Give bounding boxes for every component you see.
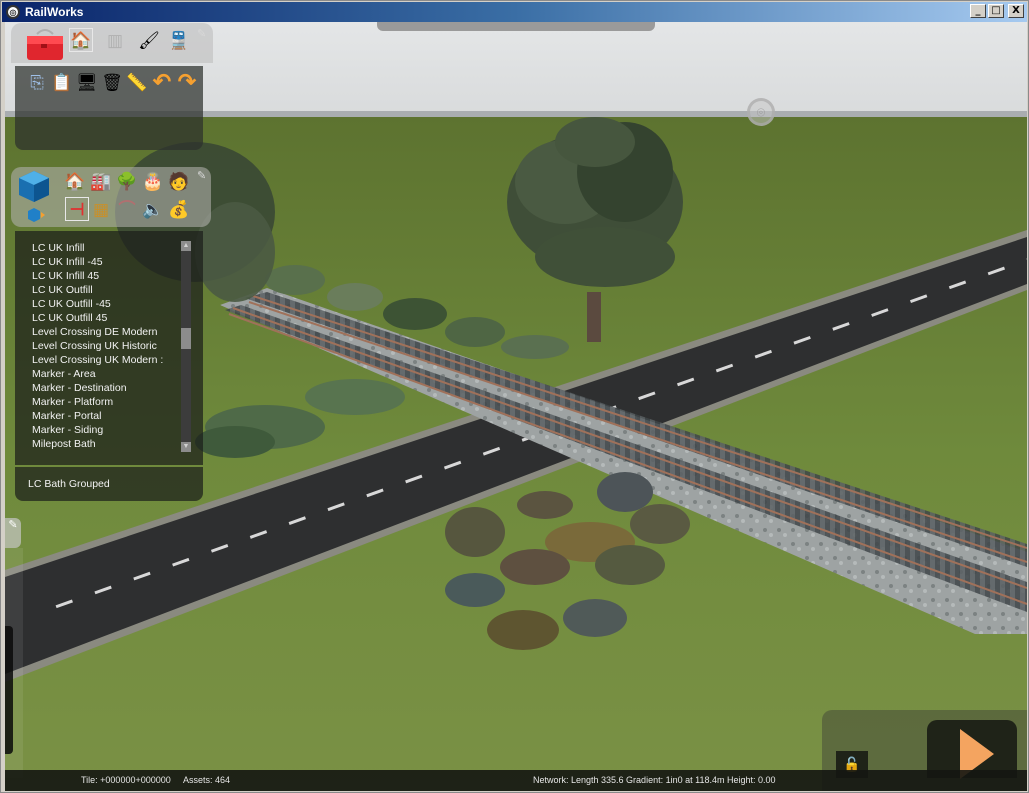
- top-dropdown-tab[interactable]: [377, 22, 655, 31]
- delete-button[interactable]: 🗑: [100, 70, 124, 94]
- app-window: ◎ RailWorks _ □ X ⌾ 🏠 ▥ 🖌 🚆 ✎ ⎘ 📋 🖥 🗑 📏 …: [0, 0, 1029, 793]
- list-item[interactable]: Marker - Destination: [32, 381, 127, 395]
- category-signals[interactable]: ⊣: [65, 197, 89, 221]
- monitor-button[interactable]: 🖥: [75, 70, 99, 94]
- list-item[interactable]: LC UK Outfill 45: [32, 311, 107, 325]
- window-title: RailWorks: [25, 5, 84, 19]
- scroll-down-button[interactable]: ▼: [181, 442, 191, 452]
- pin-icon[interactable]: ✎: [197, 169, 211, 183]
- tab-train[interactable]: 🚆: [167, 28, 191, 52]
- collapsed-panel-pin-icon[interactable]: ✎: [5, 518, 21, 548]
- undo-icon: ↶: [152, 69, 172, 94]
- compass-icon[interactable]: ⌾: [747, 98, 775, 126]
- objects-tabstrip: 🏠 🏭 🌳 🎂 🧑 ✎ ⊣ ▦ ⌒ 🔈 💰: [11, 167, 211, 227]
- network-readout: Network: Length 335.6 Gradient: 1in0 at …: [533, 775, 776, 785]
- list-item[interactable]: LC UK Infill -45: [32, 255, 103, 269]
- category-industry[interactable]: 🏭: [89, 169, 113, 193]
- asset-count: Assets: 464: [183, 775, 231, 785]
- trash-icon: 🗑: [101, 72, 123, 92]
- tab-home[interactable]: 🏠: [69, 28, 93, 52]
- category-sounds[interactable]: 🔈: [141, 197, 165, 221]
- tile-readout: Tile: +000000+000000: [81, 775, 171, 785]
- home-icon: 🏠: [70, 30, 92, 50]
- person-icon: 🧑: [168, 171, 190, 191]
- list-item[interactable]: Marker - Portal: [32, 409, 101, 423]
- list-item[interactable]: Level Crossing UK Modern :: [32, 353, 163, 367]
- category-people[interactable]: 🧑: [167, 169, 191, 193]
- pin-icon[interactable]: ✎: [197, 27, 211, 41]
- house-icon: 🏠: [64, 171, 86, 191]
- toolbox-icon[interactable]: [23, 26, 67, 62]
- minimize-button[interactable]: _: [970, 4, 986, 18]
- object-list[interactable]: LC UK Infill LC UK Infill -45 LC UK Infill…: [15, 231, 203, 465]
- list-item[interactable]: Marker - Platform: [32, 395, 113, 409]
- 3d-viewport[interactable]: ⌾ 🏠 ▥ 🖌 🚆 ✎ ⎘ 📋 🖥 🗑 📏 ↶ ↷ 🏠 🏭 🌳 🎂 🧑 ✎ ⊣ …: [5, 22, 1027, 791]
- selected-object-name: LC Bath Grouped: [28, 478, 110, 490]
- object-sub-cube-icon[interactable]: [27, 207, 45, 223]
- list-item[interactable]: Level Crossing UK Historic: [32, 339, 157, 353]
- train-icon: 🚆: [168, 30, 190, 50]
- tools-tabstrip: 🏠 ▥ 🖌 🚆 ✎: [11, 23, 213, 63]
- list-item[interactable]: LC UK Infill 45: [32, 269, 99, 283]
- collapsed-panel-tab[interactable]: [5, 626, 13, 754]
- texture-icon: 🎂: [142, 171, 164, 191]
- scroll-up-button[interactable]: ▲: [181, 241, 191, 251]
- track-icon: ▥: [106, 30, 124, 50]
- platform-icon: ▦: [92, 199, 110, 219]
- list-item[interactable]: Marker - Siding: [32, 423, 103, 437]
- tab-track[interactable]: ▥: [103, 28, 127, 52]
- paintbrush-icon: 🖌: [138, 30, 160, 50]
- list-item[interactable]: Level Crossing DE Modern: [32, 325, 157, 339]
- undo-button[interactable]: ↶: [150, 70, 174, 94]
- tape-measure-icon: 📏: [126, 72, 148, 92]
- speaker-icon: 🔈: [142, 199, 164, 219]
- copy-button[interactable]: ⎘: [25, 70, 49, 94]
- signal-icon: ⊣: [69, 199, 85, 219]
- list-item[interactable]: Milepost Bath: [32, 437, 96, 451]
- redo-button[interactable]: ↷: [175, 70, 199, 94]
- list-item[interactable]: Marker - Area: [32, 367, 96, 381]
- category-vegetation[interactable]: 🌳: [115, 169, 139, 193]
- bridge-icon: ⌒: [118, 199, 136, 219]
- factory-icon: 🏭: [90, 171, 112, 191]
- maximize-button[interactable]: □: [988, 4, 1004, 18]
- list-item[interactable]: LC UK Outfill: [32, 283, 93, 297]
- category-bridges[interactable]: ⌒: [115, 197, 139, 221]
- category-platforms[interactable]: ▦: [89, 197, 113, 221]
- category-misc[interactable]: 💰: [167, 197, 191, 221]
- sack-icon: 💰: [168, 199, 190, 219]
- measure-button[interactable]: 📏: [125, 70, 149, 94]
- tree-icon: 🌳: [116, 171, 138, 191]
- monitor-icon: 🖥: [76, 72, 98, 92]
- status-bar: Tile: +000000+000000 Assets: 464 Network…: [5, 770, 1027, 791]
- redo-icon: ↷: [177, 69, 197, 94]
- list-item[interactable]: LC UK Infill: [32, 241, 85, 255]
- tools-panel: ⎘ 📋 🖥 🗑 📏 ↶ ↷: [15, 66, 203, 150]
- railworks-logo-icon: ◎: [6, 5, 20, 19]
- category-buildings[interactable]: 🏠: [63, 169, 87, 193]
- object-library-cube-icon[interactable]: [17, 169, 51, 203]
- scrollbar[interactable]: ▲ ▼: [181, 241, 191, 452]
- tab-paint[interactable]: 🖌: [137, 28, 161, 52]
- selected-object-panel: LC Bath Grouped: [15, 467, 203, 501]
- paste-button[interactable]: 📋: [50, 70, 74, 94]
- category-textures[interactable]: 🎂: [141, 169, 165, 193]
- close-button[interactable]: X: [1008, 4, 1024, 18]
- copy-icon: ⎘: [30, 72, 44, 92]
- paste-icon: 📋: [51, 72, 73, 92]
- list-item[interactable]: LC UK Outfill -45: [32, 297, 111, 311]
- title-bar[interactable]: ◎ RailWorks _ □ X: [2, 2, 1027, 22]
- scroll-thumb[interactable]: [181, 327, 191, 349]
